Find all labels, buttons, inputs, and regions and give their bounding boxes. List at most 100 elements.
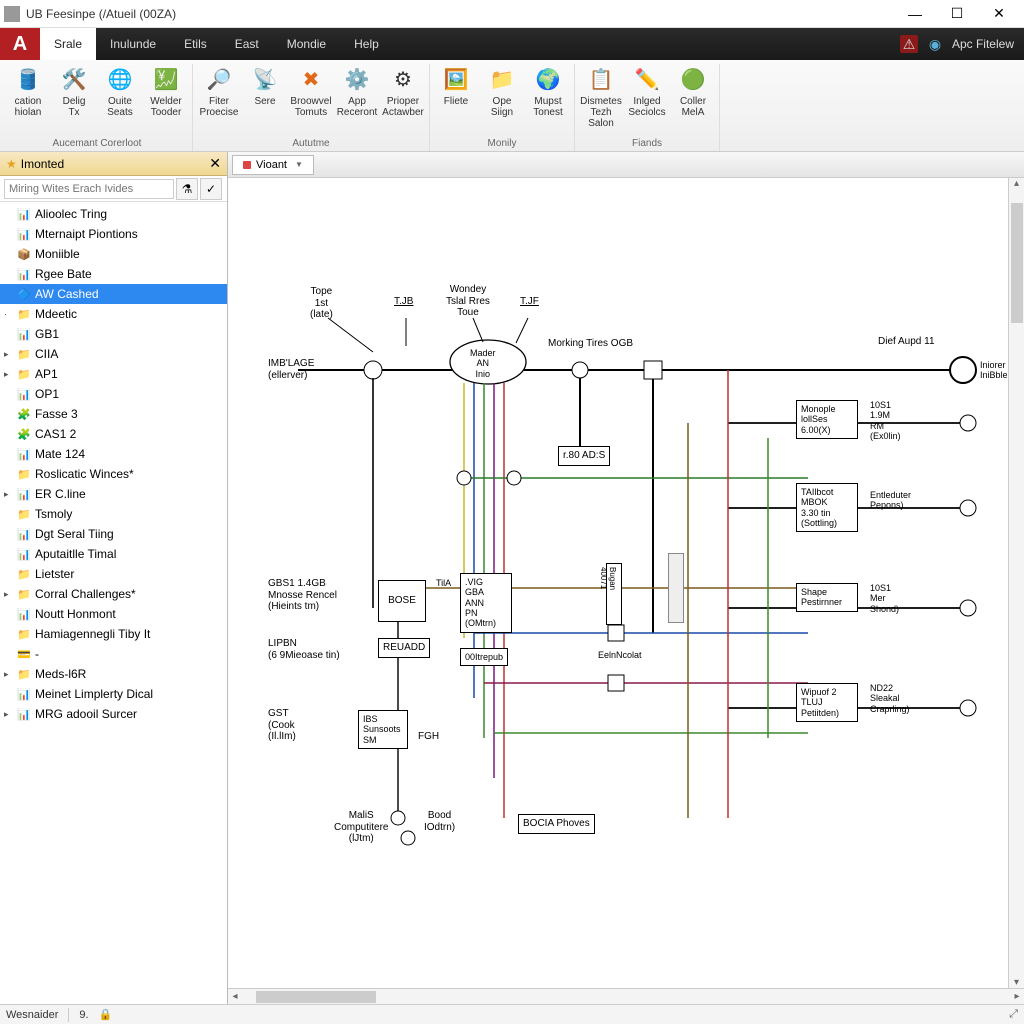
close-button[interactable]: ✕ [978, 1, 1020, 27]
tree-item[interactable]: ▸📁CIIA [0, 344, 227, 364]
alert-icon[interactable]: ⚠ [900, 35, 918, 53]
label-gbs: GBS1 1.4GBMnosse Rencel(Hieints tm) [268, 578, 337, 613]
ribbon-button[interactable]: 🌍MupstTonest [526, 64, 570, 120]
ribbon-button[interactable]: 🔎FiterProecise [197, 64, 241, 120]
search-input[interactable] [4, 179, 174, 199]
menu-item-mondie[interactable]: Mondie [273, 28, 340, 60]
tree-item[interactable]: 📊Alioolec Tring [0, 204, 227, 224]
filter-icon[interactable]: ⚗ [176, 178, 198, 200]
label-wondey: WondeyTslal RresToue [446, 284, 490, 319]
grey-component[interactable] [668, 553, 684, 623]
tree-item[interactable]: 📊Mate 124 [0, 444, 227, 464]
ribbon-button[interactable]: ✖BroowvelTomuts [289, 64, 333, 120]
box-monople[interactable]: MonoplelollSes6.00(X) [796, 400, 858, 439]
maximize-button[interactable]: ☐ [936, 1, 978, 27]
box-shape[interactable]: ShapePestirnner [796, 583, 858, 612]
minimize-button[interactable]: — [894, 1, 936, 27]
tree-item[interactable]: ▸📁Corral Challenges* [0, 584, 227, 604]
box-wipuof[interactable]: Wipuof 2TLUJPetiitden) [796, 683, 858, 722]
tree-item[interactable]: ▸📁AP1 [0, 364, 227, 384]
box-bose[interactable]: BOSE [378, 580, 426, 622]
tree-item[interactable]: 📊Mternaipt Piontions [0, 224, 227, 244]
tree-item[interactable]: 🧩CAS1 2 [0, 424, 227, 444]
scroll-right-icon[interactable]: ▸ [1010, 991, 1024, 1002]
tree-item[interactable]: 📁Lietster [0, 564, 227, 584]
sidebar-close-icon[interactable]: ✕ [209, 155, 221, 172]
tree-item[interactable]: 📊Meinet Limplerty Dical [0, 684, 227, 704]
ribbon-button[interactable]: 📋DismetesTezh Salon [579, 64, 623, 131]
tree-item-icon: 📦 [16, 247, 32, 261]
box-vertical[interactable]: Bugan40071 [606, 563, 622, 625]
box-ibs[interactable]: IBSSunsootsSM [358, 710, 408, 749]
menu-item-srale[interactable]: Srale [40, 28, 96, 60]
ribbon-button[interactable]: 🛠️DeligTx [52, 64, 96, 120]
check-icon[interactable]: ✓ [200, 178, 222, 200]
tree-item-icon: 📊 [16, 207, 32, 221]
tree-item[interactable]: ▸📁Meds-l6R [0, 664, 227, 684]
schematic-canvas[interactable]: Tope1st(late) T.JB WondeyTslal RresToue … [228, 178, 1024, 1004]
box-vig[interactable]: .VIGGBAANNPN(OMtrn) [460, 573, 512, 633]
ribbon-button[interactable]: ✏️InlgedSeciolcs [625, 64, 669, 131]
tree-item-icon: 📁 [16, 367, 32, 381]
project-tree[interactable]: 📊Alioolec Tring📊Mternaipt Piontions📦Moni… [0, 202, 227, 1004]
tree-item[interactable]: 💳- [0, 644, 227, 664]
tree-item[interactable]: 📁Tsmoly [0, 504, 227, 524]
ribbon-button[interactable]: ⚙️AppReceront [335, 64, 379, 120]
tree-item-icon: 📊 [16, 707, 32, 721]
scroll-left-icon[interactable]: ◂ [228, 991, 242, 1002]
tree-item[interactable]: ·📁Mdeetic [0, 304, 227, 324]
ribbon-button[interactable]: 📁OpeSiign [480, 64, 524, 120]
tree-item[interactable]: 📁Roslicatic Winces* [0, 464, 227, 484]
tab-dropdown-icon[interactable]: ▼ [295, 160, 303, 169]
ribbon-button[interactable]: 🌐OuiteSeats [98, 64, 142, 120]
tree-item[interactable]: 📊Aputaitlle Timal [0, 544, 227, 564]
app-logo[interactable]: A [0, 28, 40, 60]
scroll-down-icon[interactable]: ▾ [1010, 977, 1024, 988]
scroll-up-icon[interactable]: ▴ [1010, 178, 1024, 189]
ribbon-button[interactable]: 🟢CollerMelA [671, 64, 715, 131]
tree-item-label: Lietster [35, 567, 74, 581]
globe-icon[interactable]: ◉ [926, 35, 944, 53]
tree-item[interactable]: 📊Noutt Honmont [0, 604, 227, 624]
box-ads[interactable]: r.80 AD:S [558, 446, 610, 466]
canvas-tab[interactable]: Vioant ▼ [232, 155, 314, 175]
vertical-scrollbar[interactable]: ▴ ▾ [1008, 178, 1024, 988]
menu-item-help[interactable]: Help [340, 28, 393, 60]
tree-item[interactable]: 📊GB1 [0, 324, 227, 344]
menu-item-east[interactable]: East [221, 28, 273, 60]
tree-item[interactable]: 📊OP1 [0, 384, 227, 404]
account-label[interactable]: Apc Fitelew [952, 37, 1014, 51]
tree-item[interactable]: 📊Dgt Seral Tiing [0, 524, 227, 544]
menu-item-etils[interactable]: Etils [170, 28, 221, 60]
tree-item[interactable]: 📁Hamiagennegli Tiby It [0, 624, 227, 644]
status-lock-icon[interactable]: 🔒 [99, 1008, 113, 1021]
ribbon-button[interactable]: 🖼️Fliete [434, 64, 478, 120]
ribbon-group-label: Fiands [632, 136, 662, 151]
ribbon-button[interactable]: 📡Sere [243, 64, 287, 120]
tree-item[interactable]: 🧩Fasse 3 [0, 404, 227, 424]
sidebar-tab[interactable]: ★ Imonted ✕ [0, 152, 227, 176]
tree-item[interactable]: ▸📊MRG adooil Surcer [0, 704, 227, 724]
ribbon-label: AppReceront [337, 96, 378, 118]
tree-item[interactable]: 🔷AW Cashed [0, 284, 227, 304]
tree-item[interactable]: ▸📊ER C.line [0, 484, 227, 504]
ribbon-button[interactable]: 💹WelderTooder [144, 64, 188, 120]
ribbon-icon: ✖ [297, 66, 325, 94]
box-reuadd[interactable]: REUADD [378, 638, 430, 658]
label-nd22: ND22SleakalCraprling) [870, 683, 910, 714]
ribbon-button[interactable]: ⚙PrioperActawber [381, 64, 425, 120]
ribbon-label: DismetesTezh Salon [579, 96, 623, 129]
tree-item[interactable]: 📦Moniible [0, 244, 227, 264]
ribbon-button[interactable]: 🛢️cationhiolan [6, 64, 50, 120]
hscroll-thumb[interactable] [256, 991, 376, 1003]
box-talibcot[interactable]: TAIlbcotMBOK3.30 tin(Sottling) [796, 483, 858, 532]
ribbon-group-label: Monily [488, 136, 517, 151]
vscroll-thumb[interactable] [1011, 203, 1023, 323]
menu-item-inulunde[interactable]: Inulunde [96, 28, 170, 60]
tree-item[interactable]: 📊Rgee Bate [0, 264, 227, 284]
box-bocia[interactable]: BOCIA Phoves [518, 814, 595, 834]
box-outrepub[interactable]: 00Itrepub [460, 648, 508, 666]
tree-item-icon: 🧩 [16, 407, 32, 421]
horizontal-scrollbar[interactable]: ◂ ▸ [228, 988, 1024, 1004]
status-expand-icon[interactable]: ⤢ [1009, 1008, 1018, 1021]
